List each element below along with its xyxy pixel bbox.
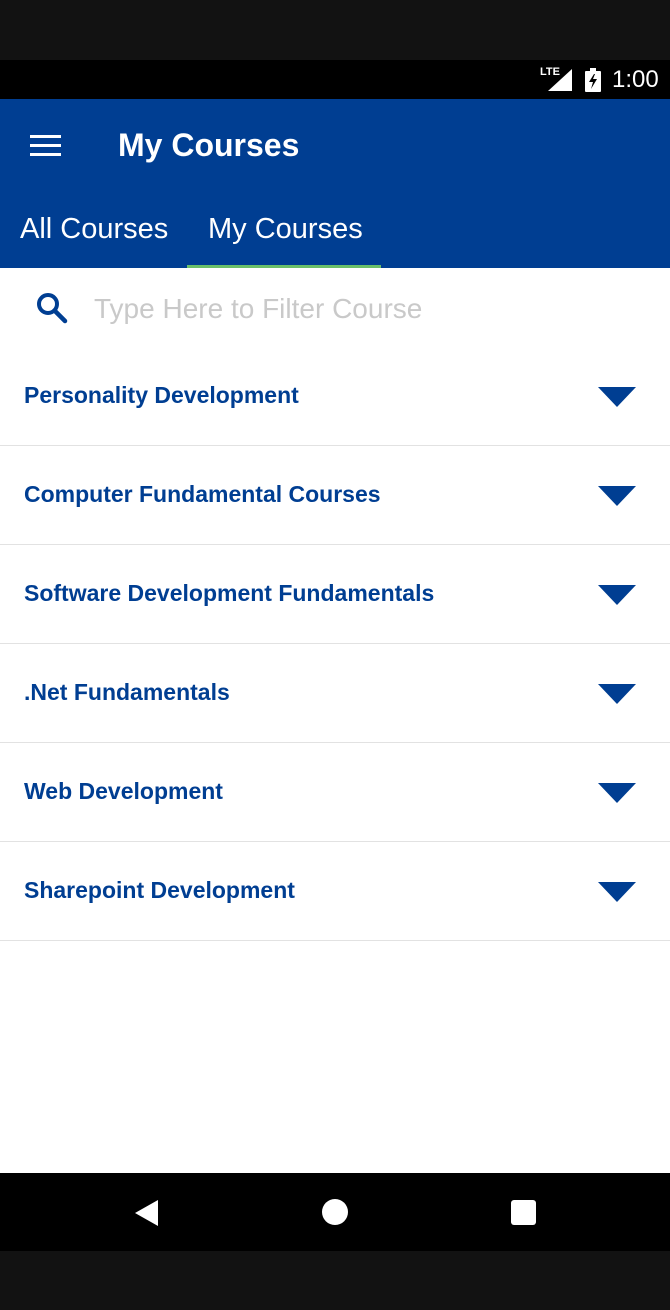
course-item-web-development[interactable]: Web Development [0,743,670,842]
system-nav-bar [0,1173,670,1251]
battery-charging-icon [585,68,601,92]
tab-my-courses[interactable]: My Courses [208,213,363,246]
course-item-sharepoint-development[interactable]: Sharepoint Development [0,842,670,941]
triangle-down-icon[interactable] [598,783,636,803]
status-bar: LTE 1:00 [0,60,670,99]
course-label: Computer Fundamental Courses [24,481,381,507]
app-bar: My Courses All Courses My Courses [0,99,670,268]
triangle-down-icon[interactable] [598,684,636,704]
course-item-net-fundamentals[interactable]: .Net Fundamentals [0,644,670,743]
main-content: Personality Development Computer Fundame… [0,268,670,1173]
course-filter-input[interactable] [92,286,636,332]
course-label: Software Development Fundamentals [24,580,435,606]
page-title: My Courses [118,127,300,163]
back-triangle-icon[interactable] [135,1200,158,1226]
triangle-down-icon[interactable] [598,387,636,407]
tab-all-courses[interactable]: All Courses [20,213,168,246]
triangle-down-icon[interactable] [598,882,636,902]
course-item-computer-fundamental-courses[interactable]: Computer Fundamental Courses [0,446,670,545]
search-bar [0,268,670,348]
triangle-down-icon[interactable] [598,585,636,605]
search-icon [37,293,68,324]
course-item-personality-development[interactable]: Personality Development [0,347,670,446]
top-letterbox [0,0,670,60]
course-list: Personality Development Computer Fundame… [0,347,670,941]
signal-icon [548,69,572,91]
triangle-down-icon[interactable] [598,486,636,506]
hamburger-menu-icon[interactable] [30,135,61,157]
course-label: Sharepoint Development [24,877,295,903]
course-item-software-development-fundamentals[interactable]: Software Development Fundamentals [0,545,670,644]
bottom-letterbox [0,1251,670,1310]
clock: 1:00 [612,66,659,93]
home-circle-icon[interactable] [322,1199,348,1225]
recents-square-icon[interactable] [511,1200,536,1225]
course-label: Web Development [24,778,223,804]
course-label: Personality Development [24,382,299,408]
course-label: .Net Fundamentals [24,679,230,705]
